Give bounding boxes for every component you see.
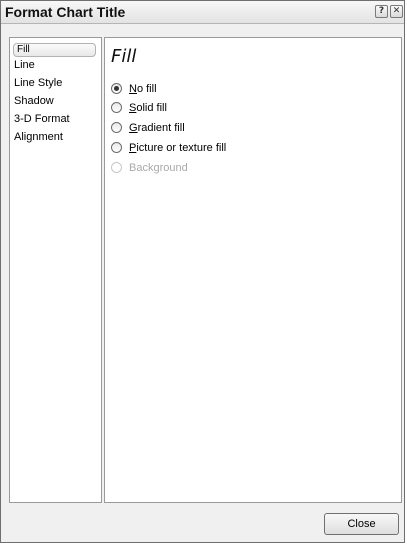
help-icon[interactable]: ?	[375, 5, 388, 18]
sidebar-item-line[interactable]: Line	[14, 58, 35, 73]
solid-fill-option[interactable]: Solid fill	[111, 100, 167, 116]
panel-heading: Fill	[111, 46, 137, 67]
fill-options-panel: Fill No fill Solid fill Gradient fill Pi…	[104, 37, 402, 503]
background-label: Background	[129, 162, 188, 174]
background-radio	[111, 162, 122, 173]
no-fill-label: o fill	[136, 83, 157, 95]
title-bar[interactable]: Format Chart Title ? ✕	[1, 1, 404, 24]
dialog-title: Format Chart Title	[5, 4, 126, 20]
picture-texture-fill-label: icture or texture fill	[136, 142, 227, 154]
solid-fill-label: olid fill	[136, 102, 167, 114]
close-icon[interactable]: ✕	[390, 5, 403, 18]
sidebar-item-line-style[interactable]: Line Style	[14, 76, 62, 91]
gradient-fill-radio[interactable]	[111, 122, 122, 133]
sidebar-item-alignment[interactable]: Alignment	[14, 130, 63, 145]
background-option: Background	[111, 160, 188, 176]
gradient-fill-option[interactable]: Gradient fill	[111, 120, 185, 136]
solid-fill-radio[interactable]	[111, 102, 122, 113]
sidebar-item-3d-format[interactable]: 3-D Format	[14, 112, 70, 127]
gradient-fill-accesskey: G	[129, 122, 138, 134]
no-fill-accesskey: N	[129, 83, 137, 95]
format-chart-title-dialog: Format Chart Title ? ✕ Fill Line Line St…	[0, 0, 405, 543]
category-list: Fill Line Line Style Shadow 3-D Format A…	[9, 37, 102, 503]
close-button[interactable]: Close	[324, 513, 399, 535]
picture-texture-fill-option[interactable]: Picture or texture fill	[111, 140, 226, 156]
no-fill-option[interactable]: No fill	[111, 81, 157, 97]
no-fill-radio[interactable]	[111, 83, 122, 94]
picture-texture-fill-radio[interactable]	[111, 142, 122, 153]
sidebar-item-fill[interactable]: Fill	[13, 43, 96, 57]
sidebar-item-shadow[interactable]: Shadow	[14, 94, 54, 109]
gradient-fill-label: radient fill	[137, 122, 185, 134]
